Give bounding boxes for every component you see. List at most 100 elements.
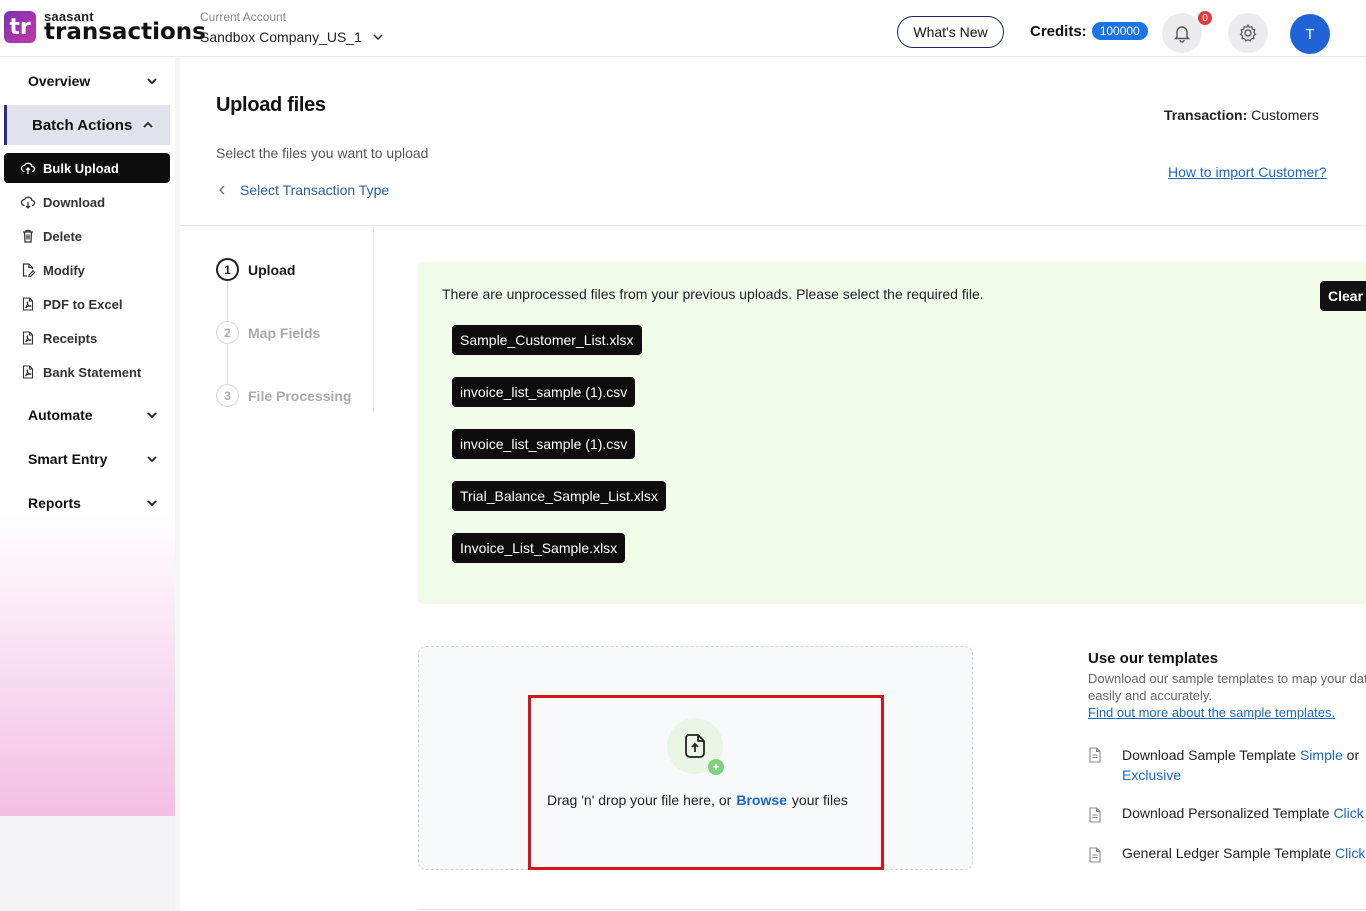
templates-title: Use our templates [1088,650,1219,667]
sidebar-section-smart-entry[interactable]: Smart Entry [28,451,158,467]
sidebar-item-download[interactable]: Download [4,187,170,217]
dropzone-text-before: Drag 'n' drop your file here, or [547,792,732,808]
template-row-text: Download Personalized Template [1122,805,1330,821]
upload-cloud-icon [20,162,36,174]
transaction-value: Customers [1251,107,1319,123]
file-chip[interactable]: Sample_Customer_List.xlsx [452,325,642,355]
app-logo[interactable]: tr saasant transactions [4,10,206,44]
gear-icon [1239,23,1257,42]
sidebar-item-receipts[interactable]: Receipts [4,323,170,353]
exclusive-template-link[interactable]: Exclusive [1122,767,1181,783]
plus-icon: + [708,759,724,775]
sidebar-item-pdf-to-excel[interactable]: PDF to Excel [4,289,170,319]
sidebar-item-delete[interactable]: Delete [4,221,170,251]
download-cloud-icon [20,196,36,209]
step-number: 2 [216,321,239,344]
step-number: 3 [216,384,239,407]
sidebar-item-label: Bank Statement [43,364,142,380]
templates-description: Download our sample templates to map you… [1088,671,1366,703]
template-row-text: General Ledger Sample Template [1122,845,1332,861]
chevron-down-icon [147,412,157,419]
step-upload: 1 Upload [216,258,295,281]
pdf-icon [22,365,34,379]
template-row-sample: Download Sample Template Simple or Exclu… [1088,745,1359,785]
chevron-up-icon [143,121,153,128]
browse-link[interactable]: Browse [736,792,787,808]
step-number: 1 [216,258,239,281]
sidebar-item-label: Receipts [43,330,98,346]
back-link-label: Select Transaction Type [240,182,390,198]
template-row-personalized: Download Personalized Template Click Her… [1088,805,1366,823]
page-title: Upload files [216,94,326,116]
unprocessed-files-panel: There are unprocessed files from your pr… [418,262,1366,604]
sidebar-item-label: Download [43,194,106,210]
notification-count-badge: 0 [1198,11,1212,25]
document-icon [1089,847,1101,863]
chevron-left-icon [219,185,225,195]
file-upload-icon-glyph [685,734,705,758]
dropzone-text: Drag 'n' drop your file here, or Browse … [547,792,848,808]
notifications-button[interactable] [1162,13,1202,53]
template-row-or: or [1346,747,1360,763]
logo-big-text: transactions [44,19,206,45]
account-label: Current Account [200,10,287,24]
pdf-icon [22,297,34,311]
sidebar-item-bank-statement[interactable]: Bank Statement [4,357,170,387]
chevron-down-icon [147,500,157,507]
sidebar-section-automate[interactable]: Automate [28,407,158,423]
top-header: tr saasant transactions Current Account … [0,0,1366,57]
dropzone-text-after: your files [791,792,848,808]
sidebar-section-label: Automate [28,407,93,423]
file-chip[interactable]: invoice_list_sample (1).csv [452,429,636,459]
page-subtitle: Select the files you want to upload [216,145,429,161]
sidebar-section-overview[interactable]: Overview [28,73,158,89]
sidebar-item-label: Modify [43,262,85,278]
transaction-type-display: Transaction: Customers [1164,107,1319,123]
sidebar-section-label: Batch Actions [32,116,133,134]
personalized-template-link[interactable]: Click Here [1333,805,1366,821]
bell-icon [1173,26,1191,43]
sidebar-section-label: Smart Entry [28,451,108,467]
chevron-down-icon [147,456,157,463]
sidebar-section-label: Overview [28,73,91,89]
sample-templates-link[interactable]: Find out more about the sample templates… [1088,705,1335,720]
sidebar-item-modify[interactable]: Modify [4,255,170,285]
sidebar-section-batch-actions[interactable]: Batch Actions [4,105,170,145]
steps-divider [373,226,374,411]
template-row-general-ledger: General Ledger Sample Template Click Her… [1088,845,1366,863]
sidebar-scrollbar[interactable] [175,58,180,911]
step-file-processing: 3 File Processing [216,384,351,407]
user-avatar[interactable]: T [1290,14,1330,54]
clear-button[interactable]: Clear [1320,281,1366,311]
general-ledger-template-link[interactable]: Click Here [1335,845,1366,861]
file-chip[interactable]: invoice_list_sample (1).csv [452,377,636,407]
file-chip[interactable]: Trial_Balance_Sample_List.xlsx [452,481,666,511]
select-transaction-type-link[interactable]: Select Transaction Type [216,182,389,198]
edit-file-icon [22,263,36,278]
file-chip[interactable]: Invoice_List_Sample.xlsx [452,533,626,563]
simple-template-link[interactable]: Simple [1300,747,1343,763]
template-row-text: Download Sample Template [1122,747,1297,763]
document-icon [1089,747,1101,763]
chevron-down-icon [147,78,157,85]
sidebar-section-reports[interactable]: Reports [28,495,158,511]
settings-button[interactable] [1228,13,1268,53]
sidebar-item-bulk-upload[interactable]: Bulk Upload [4,153,170,183]
document-icon [1089,807,1101,823]
whats-new-button[interactable]: What's New [897,16,1004,48]
logo-badge: tr [4,11,36,43]
how-to-import-link[interactable]: How to import Customer? [1168,164,1327,180]
step-label: Upload [248,261,296,278]
pdf-icon [22,331,34,345]
transaction-label: Transaction: [1164,107,1248,123]
credits-display: Credits: 100000 [1030,22,1148,40]
header-divider [180,225,1366,226]
step-label: File Processing [248,387,352,404]
trash-icon [23,229,33,243]
sidebar-item-label: PDF to Excel [43,296,123,312]
unprocessed-message: There are unprocessed files from your pr… [442,286,984,302]
sidebar-item-label: Bulk Upload [43,160,119,176]
account-selector[interactable]: Current Account Sandbox Company_US_1 [200,10,384,45]
sidebar: Overview Batch Actions Bulk Upload Downl… [0,58,180,911]
sidebar-section-label: Reports [28,495,81,511]
